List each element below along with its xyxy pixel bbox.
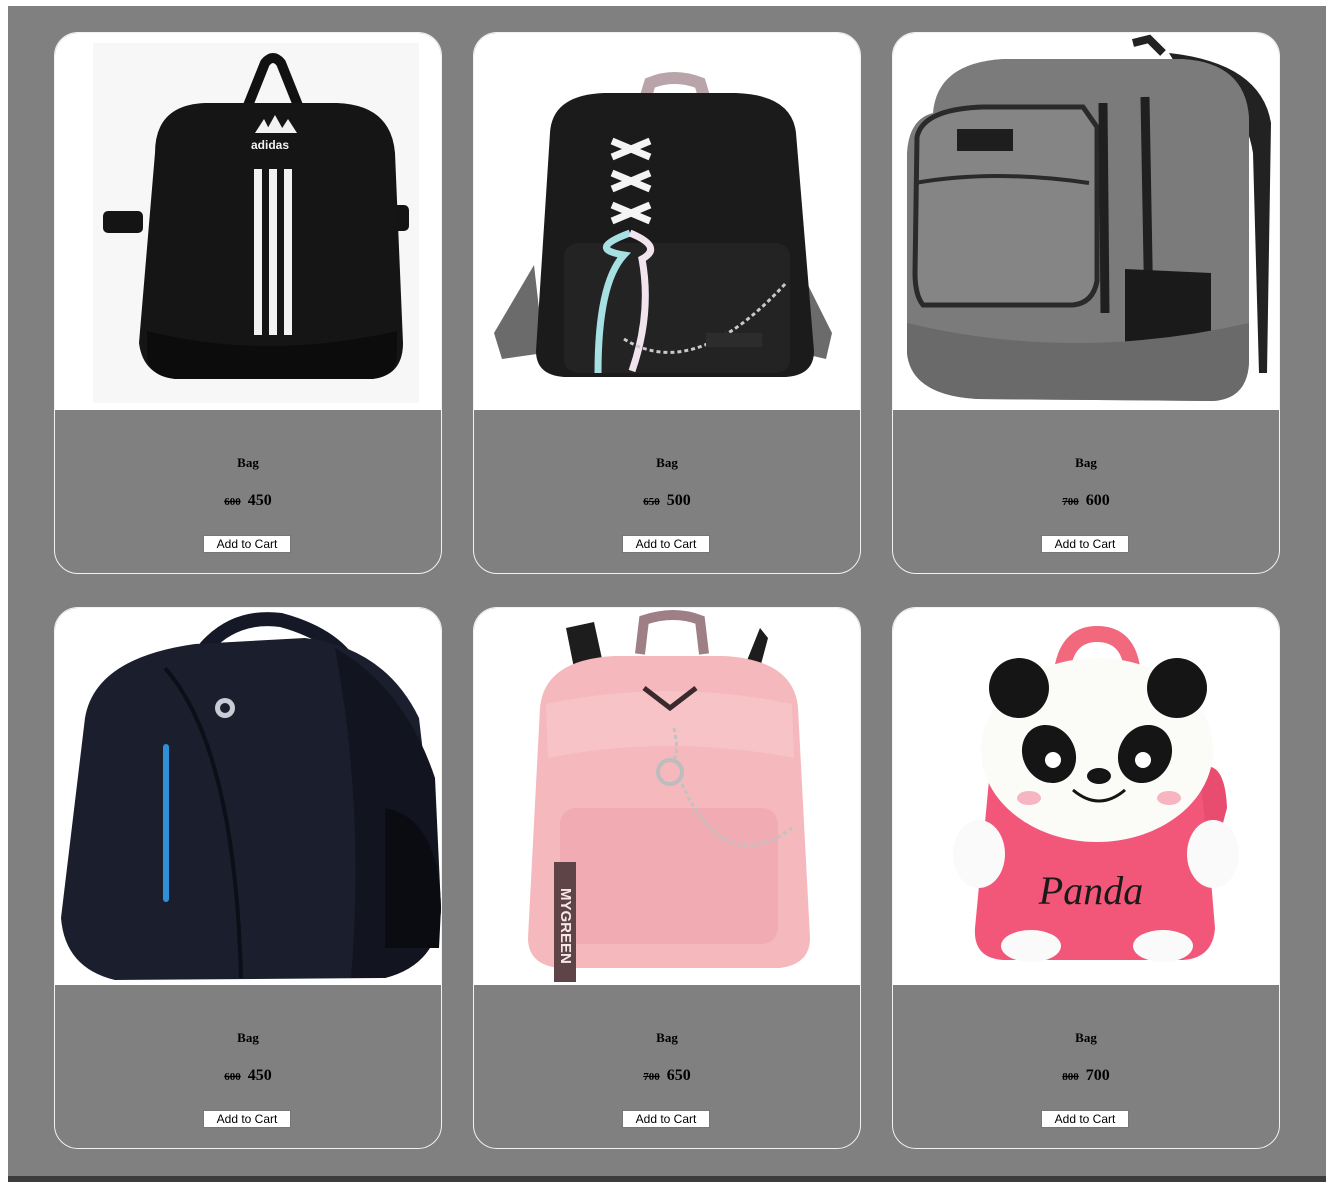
product-image[interactable] — [893, 33, 1279, 410]
product-title: Bag — [1075, 455, 1097, 470]
product-card: MYGREEN Bag 700 650 Add to Cart — [473, 607, 861, 1149]
black-laced-backpack-image — [494, 72, 832, 377]
product-price: 700 600 — [893, 492, 1279, 510]
product-image[interactable] — [474, 33, 860, 410]
add-to-cart-button[interactable]: Add to Cart — [622, 1110, 710, 1128]
add-to-cart-button[interactable]: Add to Cart — [203, 1110, 291, 1128]
product-grid: adidas Bag 600 450 Add to Cart Bag 650 5… — [54, 32, 1280, 1149]
product-image[interactable]: MYGREEN — [474, 608, 860, 985]
original-price: 700 — [643, 1071, 660, 1083]
product-title: Bag — [237, 1030, 259, 1045]
product-image[interactable] — [55, 608, 441, 985]
product-info: Bag 600 450 Add to Cart — [55, 410, 441, 573]
product-title: Bag — [656, 455, 678, 470]
product-price: 600 450 — [55, 492, 441, 510]
add-to-cart-button[interactable]: Add to Cart — [1041, 535, 1129, 553]
add-to-cart-button[interactable]: Add to Cart — [203, 535, 291, 553]
pink-backpack-image: MYGREEN — [528, 610, 810, 982]
brand-tag-text: MYGREEN — [557, 888, 574, 964]
product-title: Bag — [237, 455, 259, 470]
grey-laptop-backpack-image — [907, 34, 1271, 401]
sale-price: 450 — [247, 492, 272, 509]
product-title: Bag — [1075, 1030, 1097, 1045]
sale-price: 500 — [666, 492, 691, 509]
product-card: Panda Bag 800 700 Add to Cart — [892, 607, 1280, 1149]
black-sport-backpack-image: adidas — [93, 43, 419, 403]
brand-logo-text: adidas — [251, 138, 289, 152]
bottom-strip — [8, 1176, 1326, 1182]
sale-price: 450 — [247, 1067, 272, 1084]
product-info: Bag 650 500 Add to Cart — [474, 410, 860, 573]
product-card: Bag 600 450 Add to Cart — [54, 607, 442, 1149]
product-card: adidas Bag 600 450 Add to Cart — [54, 32, 442, 574]
product-price: 800 700 — [893, 1067, 1279, 1085]
sale-price: 600 — [1085, 492, 1110, 509]
panda-backpack-image: Panda — [953, 625, 1239, 962]
original-price: 800 — [1062, 1071, 1079, 1083]
add-to-cart-button[interactable]: Add to Cart — [622, 535, 710, 553]
product-image[interactable]: Panda — [893, 608, 1279, 985]
product-price: 700 650 — [474, 1067, 860, 1085]
product-title: Bag — [656, 1030, 678, 1045]
product-price: 600 450 — [55, 1067, 441, 1085]
sale-price: 650 — [666, 1067, 691, 1084]
original-price: 700 — [1062, 496, 1079, 508]
product-info: Bag 800 700 Add to Cart — [893, 985, 1279, 1148]
original-price: 600 — [224, 496, 241, 508]
product-card: Bag 650 500 Add to Cart — [473, 32, 861, 574]
original-price: 600 — [224, 1071, 241, 1083]
add-to-cart-button[interactable]: Add to Cart — [1041, 1110, 1129, 1128]
product-info: Bag 700 600 Add to Cart — [893, 410, 1279, 573]
product-image[interactable]: adidas — [55, 33, 441, 410]
product-info: Bag 600 450 Add to Cart — [55, 985, 441, 1148]
sale-price: 700 — [1085, 1067, 1110, 1084]
product-info: Bag 700 650 Add to Cart — [474, 985, 860, 1148]
print-text: Panda — [1038, 868, 1143, 913]
product-price: 650 500 — [474, 492, 860, 510]
original-price: 650 — [643, 496, 660, 508]
navy-backpack-image — [61, 612, 441, 980]
product-card: Bag 700 600 Add to Cart — [892, 32, 1280, 574]
